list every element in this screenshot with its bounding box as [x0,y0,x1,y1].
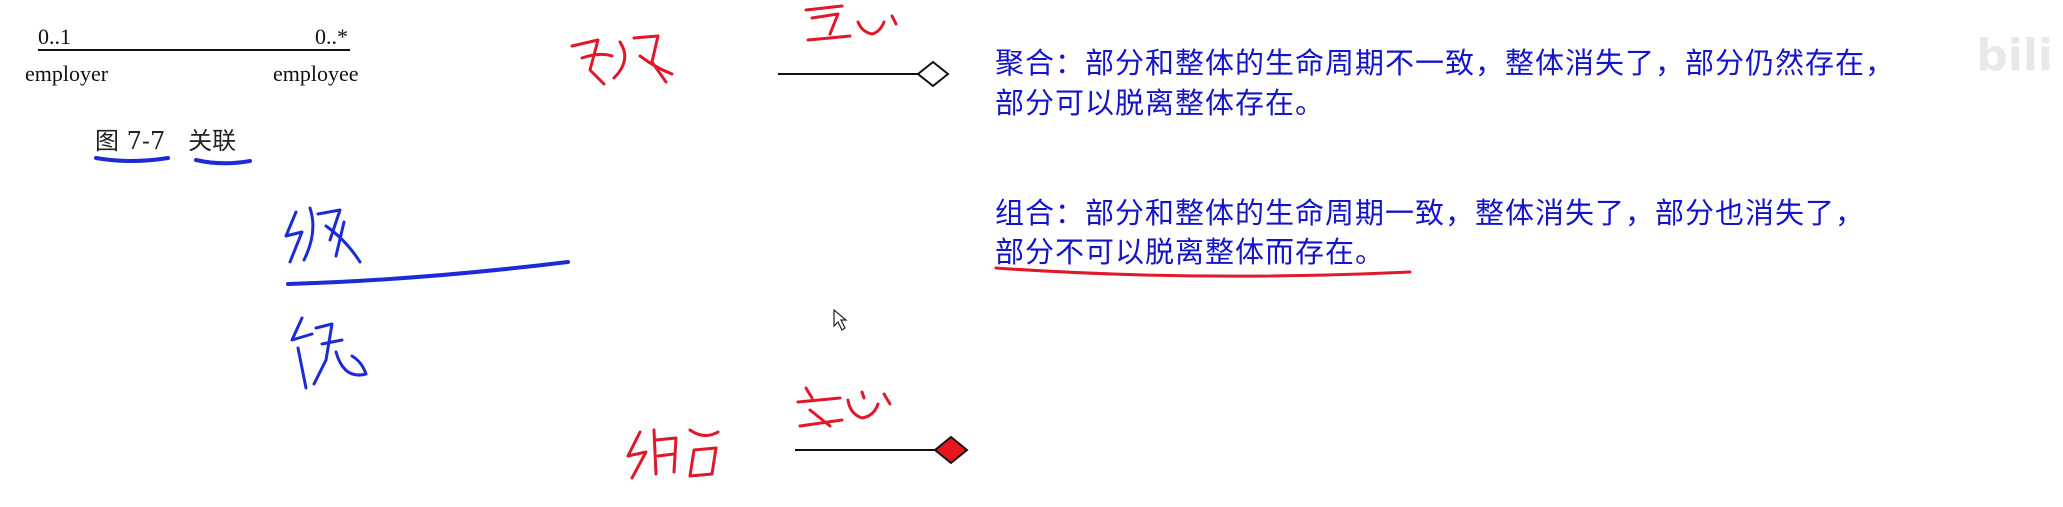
blue-separator-stroke [286,260,570,286]
handwritten-composition-note [626,428,720,480]
handwritten-aggregation-note [570,34,674,86]
caption-underline-right [194,158,252,166]
aggregation-hollow-diamond [916,60,950,88]
handwritten-inheritance-note [284,206,362,264]
handwritten-filled-note [796,386,892,428]
watermark-logo-icon: bili [1976,30,2053,81]
caption-underline-left [94,156,170,163]
composition-filled-diamond [933,435,969,465]
handwritten-realization-note [290,316,368,390]
handwritten-hollow-note [804,4,898,42]
composition-red-underline [994,266,1412,278]
diagram-canvas [38,4,1412,480]
mouse-cursor-icon [833,308,848,331]
